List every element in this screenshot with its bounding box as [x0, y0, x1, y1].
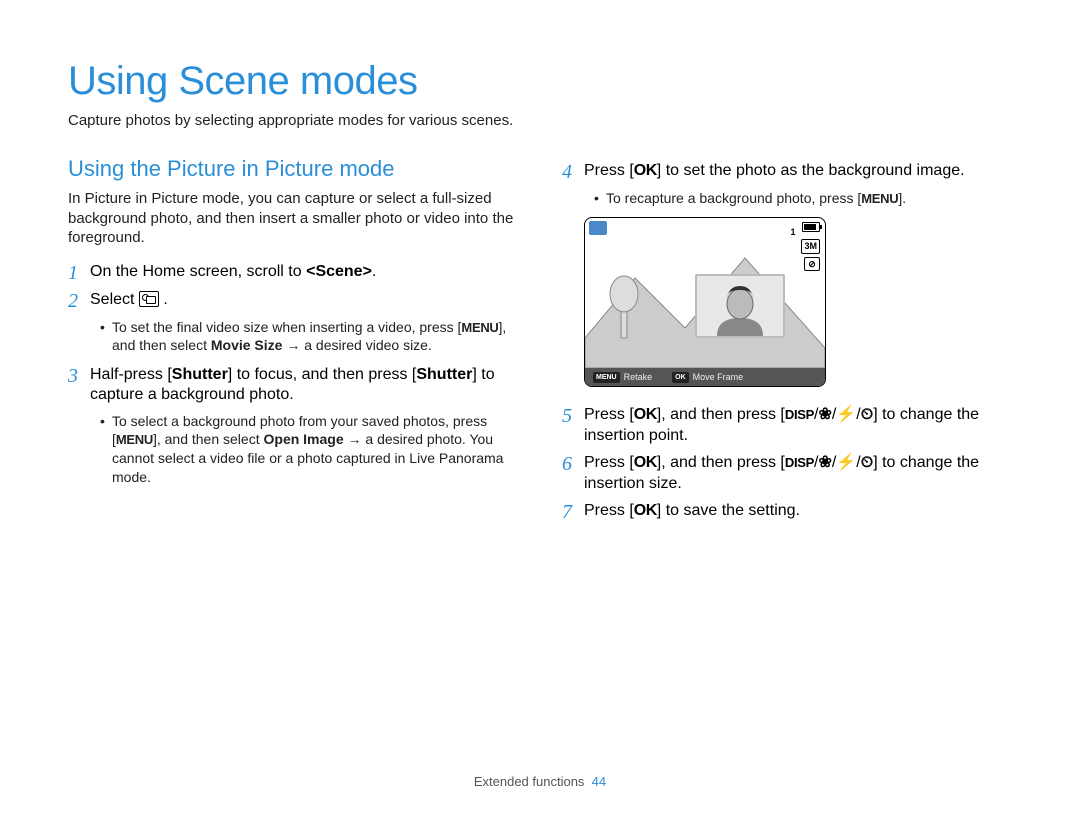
pip-icon	[139, 291, 159, 307]
ok-glyph: OK	[634, 162, 657, 179]
status-icons: 1 3M ⊘	[790, 222, 820, 274]
menu-tag: MENU	[593, 372, 620, 383]
retake-hint: MENU Retake	[593, 372, 652, 384]
flash-icon: ⚡	[836, 454, 856, 471]
bullet: To recapture a background photo, press […	[594, 189, 1012, 208]
step-2: 2 Select .	[68, 290, 518, 312]
flash-icon: ⚡	[836, 406, 856, 423]
menu-glyph: MENU	[461, 320, 498, 335]
timer-icon: ⏲	[861, 454, 873, 471]
ok-glyph: OK	[634, 502, 657, 519]
camera-bottom-bar: MENU Retake OK Move Frame	[585, 368, 825, 386]
macro-icon: ❀	[818, 454, 831, 471]
quality-badge: 3M	[801, 239, 820, 254]
ok-tag: OK	[672, 372, 689, 383]
section-heading: Using the Picture in Picture mode	[68, 155, 518, 184]
step-text: Press [OK] to set the photo as the backg…	[584, 161, 1012, 183]
step-number: 6	[562, 453, 584, 495]
step-text: Press [OK], and then press [DISP/❀/⚡/⏲] …	[584, 453, 1012, 495]
two-column-layout: Using the Picture in Picture mode In Pic…	[68, 155, 1012, 529]
manual-page: Using Scene modes Capture photos by sele…	[0, 0, 1080, 815]
step-6: 6 Press [OK], and then press [DISP/❀/⚡/⏲…	[562, 453, 1012, 495]
step-1: 1 On the Home screen, scroll to <Scene>.	[68, 262, 518, 284]
section-intro: In Picture in Picture mode, you can capt…	[68, 189, 518, 248]
macro-icon: ❀	[818, 406, 831, 423]
bullet: To select a background photo from your s…	[100, 412, 518, 485]
step-text: Half-press [Shutter] to focus, and then …	[90, 365, 518, 407]
battery-icon	[802, 222, 820, 232]
page-title: Using Scene modes	[68, 55, 1012, 107]
step-text: Select .	[90, 290, 518, 312]
menu-glyph: MENU	[116, 432, 153, 447]
page-number: 44	[592, 774, 606, 789]
pip-overlay-frame	[695, 274, 785, 338]
step-number: 4	[562, 161, 584, 183]
step-2-bullets: To set the final video size when inserti…	[100, 318, 518, 355]
step-text: On the Home screen, scroll to <Scene>.	[90, 262, 518, 284]
step-7: 7 Press [OK] to save the setting.	[562, 501, 1012, 523]
step-number: 3	[68, 365, 90, 407]
bullet: To set the final video size when inserti…	[100, 318, 518, 355]
step-3: 3 Half-press [Shutter] to focus, and the…	[68, 365, 518, 407]
ok-glyph: OK	[634, 406, 657, 423]
step-4: 4 Press [OK] to set the photo as the bac…	[562, 161, 1012, 183]
disp-glyph: DISP	[785, 407, 814, 422]
step-text: Press [OK], and then press [DISP/❀/⚡/⏲] …	[584, 405, 1012, 447]
shot-count: 1	[790, 227, 795, 237]
step-5: 5 Press [OK], and then press [DISP/❀/⚡/⏲…	[562, 405, 1012, 447]
timer-icon: ⏲	[861, 406, 873, 423]
step-text: Press [OK] to save the setting.	[584, 501, 1012, 523]
page-subtitle: Capture photos by selecting appropriate …	[68, 111, 1012, 131]
step-3-bullets: To select a background photo from your s…	[100, 412, 518, 485]
page-footer: Extended functions 44	[0, 774, 1080, 791]
mode-icon	[589, 221, 607, 235]
portrait-icon	[697, 276, 783, 336]
disp-glyph: DISP	[785, 455, 814, 470]
step-number: 7	[562, 501, 584, 523]
flash-badge: ⊘	[804, 257, 820, 272]
step-number: 5	[562, 405, 584, 447]
menu-glyph: MENU	[861, 191, 898, 206]
ok-glyph: OK	[634, 454, 657, 471]
right-column: 4 Press [OK] to set the photo as the bac…	[540, 155, 1012, 529]
move-frame-hint: OK Move Frame	[672, 372, 743, 384]
step-4-bullets: To recapture a background photo, press […	[594, 189, 1012, 208]
footer-section: Extended functions	[474, 774, 585, 789]
left-column: Using the Picture in Picture mode In Pic…	[68, 155, 540, 529]
step-number: 1	[68, 262, 90, 284]
camera-screen-illustration: 1 3M ⊘ MENU Retake	[584, 217, 826, 387]
step-number: 2	[68, 290, 90, 312]
